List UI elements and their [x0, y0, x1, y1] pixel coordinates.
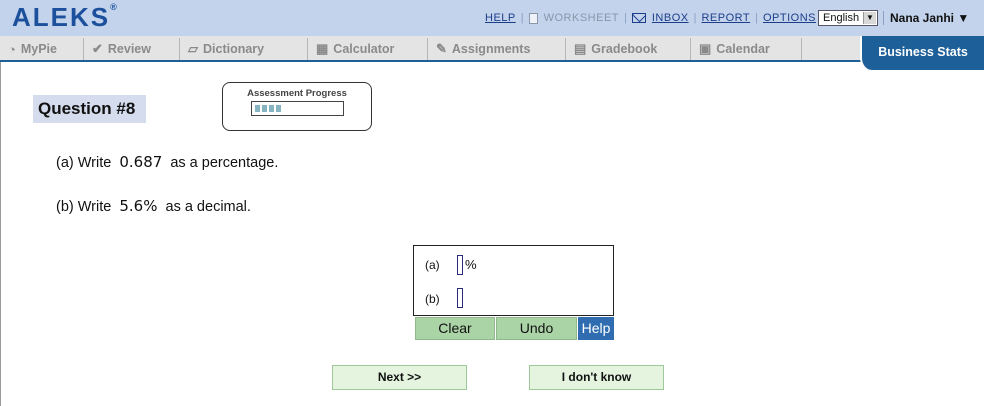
check-icon: ✔	[92, 41, 103, 56]
link-separator: |	[693, 12, 697, 24]
answer-label-a: (a)	[425, 258, 440, 272]
answer-input-b[interactable]	[457, 288, 463, 308]
progress-bar	[251, 101, 344, 116]
user-name: Nana Janhi	[890, 11, 955, 25]
inbox-link[interactable]: INBOX	[652, 12, 689, 24]
tab-calculator[interactable]: ▦ Calculator	[308, 38, 428, 60]
next-button[interactable]: Next >>	[332, 365, 467, 390]
part-b-prefix: (b) Write	[56, 199, 112, 215]
help-link[interactable]: HELP	[485, 12, 516, 24]
progress-segment	[269, 105, 274, 112]
tab-assignments[interactable]: ✎ Assignments	[428, 38, 566, 60]
tab-mypie[interactable]: ◔ MyPie	[0, 38, 84, 60]
tab-label: Review	[107, 42, 151, 56]
clear-button[interactable]: Clear	[415, 317, 495, 340]
tab-label: Calendar	[716, 42, 770, 56]
question-title: Question #8	[33, 95, 146, 123]
question-part-a: (a) Write 0.687 as a percentage.	[56, 153, 278, 171]
calendar-icon: ▣	[699, 41, 712, 56]
pie-icon: ◔	[8, 41, 16, 57]
tab-label: MyPie	[20, 42, 57, 56]
language-select[interactable]: English ▼	[818, 10, 878, 26]
pencil-icon: ✎	[436, 41, 447, 56]
progress-label: Assessment Progress	[247, 88, 347, 99]
mail-icon	[631, 13, 646, 23]
link-separator: |	[755, 12, 758, 24]
user-menu[interactable]: Nana Janhi ▼	[883, 11, 969, 25]
answer-input-a[interactable]	[457, 255, 463, 275]
undo-button[interactable]: Undo	[496, 317, 577, 340]
worksheet-icon	[528, 12, 538, 24]
tab-dictionary[interactable]: ▱ Dictionary	[180, 38, 308, 60]
top-header: ALEKS® HELP | WORKSHEET | INBOX | REPORT…	[0, 0, 984, 36]
help-button[interactable]: Help	[578, 317, 614, 340]
worksheet-link: WORKSHEET	[543, 12, 620, 24]
tab-label: Assignments	[451, 42, 531, 56]
part-a-value: 0.687	[119, 153, 163, 171]
book-icon: ▱	[188, 41, 198, 56]
link-separator: |	[624, 12, 627, 24]
part-b-value: 5.6%	[119, 197, 158, 215]
percent-unit: %	[465, 257, 477, 272]
user-menu-arrow-icon: ▼	[957, 11, 970, 25]
tab-calendar[interactable]: ▣ Calendar	[691, 38, 802, 60]
tab-label: Calculator	[333, 42, 395, 56]
aleks-logo: ALEKS®	[12, 2, 117, 33]
tab-review[interactable]: ✔ Review	[84, 38, 180, 60]
part-a-suffix: as a percentage.	[170, 155, 279, 171]
link-separator: |	[520, 12, 524, 24]
tab-label: Dictionary	[203, 42, 265, 56]
part-b-suffix: as a decimal.	[165, 199, 251, 215]
question-part-b: (b) Write 5.6% as a decimal.	[56, 197, 251, 215]
logo-text: ALEKS	[12, 2, 111, 32]
top-links: HELP | WORKSHEET | INBOX | REPORT | OPTI…	[485, 12, 816, 24]
options-link[interactable]: OPTIONS	[763, 12, 816, 24]
language-value: English	[823, 12, 860, 24]
answer-label-b: (b)	[425, 292, 440, 306]
tab-gradebook[interactable]: ▤ Gradebook	[566, 38, 691, 60]
calculator-icon: ▦	[316, 41, 329, 56]
logo-registered-mark: ®	[110, 2, 117, 13]
dont-know-button[interactable]: I don't know	[529, 365, 664, 390]
answer-box: (a) % (b)	[413, 245, 614, 316]
chevron-down-icon[interactable]: ▼	[863, 12, 876, 24]
assessment-progress: Assessment Progress	[222, 82, 372, 131]
main-tabs: ◔ MyPie ✔ Review ▱ Dictionary ▦ Calculat…	[0, 36, 984, 62]
left-divider	[0, 62, 1, 406]
progress-segment	[276, 105, 281, 112]
progress-segment	[255, 105, 260, 112]
progress-segment	[262, 105, 267, 112]
part-a-prefix: (a) Write	[56, 155, 112, 171]
grid-icon: ▤	[574, 41, 587, 56]
tab-label: Gradebook	[591, 42, 658, 56]
course-tab[interactable]: Business Stats	[860, 36, 984, 70]
report-link[interactable]: REPORT	[701, 12, 750, 24]
